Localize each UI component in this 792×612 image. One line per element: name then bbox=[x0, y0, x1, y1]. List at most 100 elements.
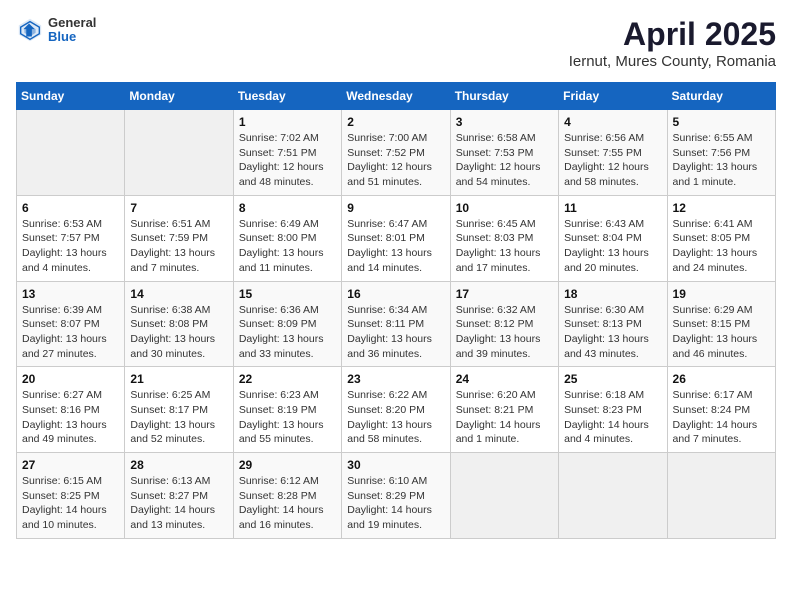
cell-info: Sunrise: 6:58 AM Sunset: 7:53 PM Dayligh… bbox=[456, 131, 553, 190]
calendar-cell: 6 Sunrise: 6:53 AM Sunset: 7:57 PM Daylig… bbox=[17, 195, 125, 281]
cell-day-number: 15 bbox=[239, 287, 336, 301]
calendar-cell: 17Sunrise: 6:32 AM Sunset: 8:12 PM Dayli… bbox=[450, 281, 558, 367]
day-header-sunday: Sunday bbox=[17, 83, 125, 110]
cell-day-number: 22 bbox=[239, 372, 336, 386]
day-header-friday: Friday bbox=[559, 83, 667, 110]
cell-day-number: 13 bbox=[22, 287, 119, 301]
cell-day-number: 25 bbox=[564, 372, 661, 386]
cell-info: Sunrise: 6:17 AM Sunset: 8:24 PM Dayligh… bbox=[673, 388, 770, 447]
cell-info: Sunrise: 6:25 AM Sunset: 8:17 PM Dayligh… bbox=[130, 388, 227, 447]
cell-info: Sunrise: 6:18 AM Sunset: 8:23 PM Dayligh… bbox=[564, 388, 661, 447]
calendar-cell: 8Sunrise: 6:49 AM Sunset: 8:00 PM Daylig… bbox=[233, 195, 341, 281]
cell-day-number: 20 bbox=[22, 372, 119, 386]
cell-day-number: 18 bbox=[564, 287, 661, 301]
calendar-cell: 11 Sunrise: 6:43 AM Sunset: 8:04 PM Dayli… bbox=[559, 195, 667, 281]
calendar-week-1: 1 Sunrise: 7:02 AM Sunset: 7:51 PM Daylig… bbox=[17, 110, 776, 196]
page-header: General Blue April 2025 Iernut, Mures Co… bbox=[16, 16, 776, 70]
cell-info: Sunrise: 6:43 AM Sunset: 8:04 PM Dayligh… bbox=[564, 217, 661, 276]
calendar-cell: 14Sunrise: 6:38 AM Sunset: 8:08 PM Dayli… bbox=[125, 281, 233, 367]
calendar-cell bbox=[559, 453, 667, 539]
day-header-monday: Monday bbox=[125, 83, 233, 110]
cell-day-number: 21 bbox=[130, 372, 227, 386]
cell-info: Sunrise: 6:30 AM Sunset: 8:13 PM Dayligh… bbox=[564, 303, 661, 362]
calendar-cell: 7Sunrise: 6:51 AM Sunset: 7:59 PM Daylig… bbox=[125, 195, 233, 281]
calendar-week-3: 13 Sunrise: 6:39 AM Sunset: 8:07 PM Dayli… bbox=[17, 281, 776, 367]
calendar-week-5: 27 Sunrise: 6:15 AM Sunset: 8:25 PM Dayli… bbox=[17, 453, 776, 539]
cell-info: Sunrise: 6:15 AM Sunset: 8:25 PM Dayligh… bbox=[22, 474, 119, 533]
logo: General Blue bbox=[16, 16, 96, 45]
calendar-subtitle: Iernut, Mures County, Romania bbox=[569, 53, 776, 70]
calendar-cell: 18 Sunrise: 6:30 AM Sunset: 8:13 PM Dayli… bbox=[559, 281, 667, 367]
calendar-cell: 26 Sunrise: 6:17 AM Sunset: 8:24 PM Dayli… bbox=[667, 367, 775, 453]
cell-day-number: 28 bbox=[130, 458, 227, 472]
calendar-cell: 23 Sunrise: 6:22 AM Sunset: 8:20 PM Dayli… bbox=[342, 367, 450, 453]
cell-info: Sunrise: 6:32 AM Sunset: 8:12 PM Dayligh… bbox=[456, 303, 553, 362]
calendar-cell: 28 Sunrise: 6:13 AM Sunset: 8:27 PM Dayli… bbox=[125, 453, 233, 539]
cell-info: Sunrise: 6:34 AM Sunset: 8:11 PM Dayligh… bbox=[347, 303, 444, 362]
cell-info: Sunrise: 6:29 AM Sunset: 8:15 PM Dayligh… bbox=[673, 303, 770, 362]
day-header-thursday: Thursday bbox=[450, 83, 558, 110]
calendar-cell bbox=[17, 110, 125, 196]
day-header-wednesday: Wednesday bbox=[342, 83, 450, 110]
calendar-cell: 9 Sunrise: 6:47 AM Sunset: 8:01 PM Daylig… bbox=[342, 195, 450, 281]
cell-info: Sunrise: 6:55 AM Sunset: 7:56 PM Dayligh… bbox=[673, 131, 770, 190]
calendar-title: April 2025 bbox=[569, 16, 776, 53]
logo-blue-text: Blue bbox=[48, 30, 96, 44]
cell-info: Sunrise: 6:39 AM Sunset: 8:07 PM Dayligh… bbox=[22, 303, 119, 362]
cell-info: Sunrise: 7:02 AM Sunset: 7:51 PM Dayligh… bbox=[239, 131, 336, 190]
cell-info: Sunrise: 6:45 AM Sunset: 8:03 PM Dayligh… bbox=[456, 217, 553, 276]
logo-general-text: General bbox=[48, 16, 96, 30]
calendar-header-row: SundayMondayTuesdayWednesdayThursdayFrid… bbox=[17, 83, 776, 110]
calendar-week-4: 20 Sunrise: 6:27 AM Sunset: 8:16 PM Dayli… bbox=[17, 367, 776, 453]
calendar-cell: 19 Sunrise: 6:29 AM Sunset: 8:15 PM Dayli… bbox=[667, 281, 775, 367]
cell-day-number: 4 bbox=[564, 115, 661, 129]
cell-day-number: 27 bbox=[22, 458, 119, 472]
cell-info: Sunrise: 6:47 AM Sunset: 8:01 PM Dayligh… bbox=[347, 217, 444, 276]
calendar-cell: 10Sunrise: 6:45 AM Sunset: 8:03 PM Dayli… bbox=[450, 195, 558, 281]
calendar-cell: 12Sunrise: 6:41 AM Sunset: 8:05 PM Dayli… bbox=[667, 195, 775, 281]
calendar-cell: 22 Sunrise: 6:23 AM Sunset: 8:19 PM Dayli… bbox=[233, 367, 341, 453]
cell-info: Sunrise: 6:12 AM Sunset: 8:28 PM Dayligh… bbox=[239, 474, 336, 533]
calendar-cell: 16Sunrise: 6:34 AM Sunset: 8:11 PM Dayli… bbox=[342, 281, 450, 367]
cell-info: Sunrise: 6:23 AM Sunset: 8:19 PM Dayligh… bbox=[239, 388, 336, 447]
calendar-cell: 1 Sunrise: 7:02 AM Sunset: 7:51 PM Daylig… bbox=[233, 110, 341, 196]
logo-text: General Blue bbox=[48, 16, 96, 45]
cell-day-number: 19 bbox=[673, 287, 770, 301]
cell-info: Sunrise: 6:20 AM Sunset: 8:21 PM Dayligh… bbox=[456, 388, 553, 447]
cell-day-number: 3 bbox=[456, 115, 553, 129]
cell-day-number: 30 bbox=[347, 458, 444, 472]
cell-day-number: 24 bbox=[456, 372, 553, 386]
cell-info: Sunrise: 6:51 AM Sunset: 7:59 PM Dayligh… bbox=[130, 217, 227, 276]
calendar-cell: 27 Sunrise: 6:15 AM Sunset: 8:25 PM Dayli… bbox=[17, 453, 125, 539]
cell-info: Sunrise: 6:36 AM Sunset: 8:09 PM Dayligh… bbox=[239, 303, 336, 362]
calendar-cell: 25 Sunrise: 6:18 AM Sunset: 8:23 PM Dayli… bbox=[559, 367, 667, 453]
cell-info: Sunrise: 6:53 AM Sunset: 7:57 PM Dayligh… bbox=[22, 217, 119, 276]
cell-day-number: 9 bbox=[347, 201, 444, 215]
cell-info: Sunrise: 6:22 AM Sunset: 8:20 PM Dayligh… bbox=[347, 388, 444, 447]
calendar-cell: 20 Sunrise: 6:27 AM Sunset: 8:16 PM Dayli… bbox=[17, 367, 125, 453]
logo-icon bbox=[16, 16, 44, 44]
calendar-cell: 2Sunrise: 7:00 AM Sunset: 7:52 PM Daylig… bbox=[342, 110, 450, 196]
calendar-cell: 4 Sunrise: 6:56 AM Sunset: 7:55 PM Daylig… bbox=[559, 110, 667, 196]
cell-day-number: 29 bbox=[239, 458, 336, 472]
calendar-cell: 13 Sunrise: 6:39 AM Sunset: 8:07 PM Dayli… bbox=[17, 281, 125, 367]
calendar-week-2: 6 Sunrise: 6:53 AM Sunset: 7:57 PM Daylig… bbox=[17, 195, 776, 281]
cell-info: Sunrise: 6:13 AM Sunset: 8:27 PM Dayligh… bbox=[130, 474, 227, 533]
cell-info: Sunrise: 7:00 AM Sunset: 7:52 PM Dayligh… bbox=[347, 131, 444, 190]
cell-info: Sunrise: 6:27 AM Sunset: 8:16 PM Dayligh… bbox=[22, 388, 119, 447]
cell-info: Sunrise: 6:10 AM Sunset: 8:29 PM Dayligh… bbox=[347, 474, 444, 533]
cell-day-number: 6 bbox=[22, 201, 119, 215]
cell-info: Sunrise: 6:41 AM Sunset: 8:05 PM Dayligh… bbox=[673, 217, 770, 276]
cell-day-number: 11 bbox=[564, 201, 661, 215]
calendar-cell bbox=[450, 453, 558, 539]
title-block: April 2025 Iernut, Mures County, Romania bbox=[569, 16, 776, 70]
cell-info: Sunrise: 6:38 AM Sunset: 8:08 PM Dayligh… bbox=[130, 303, 227, 362]
calendar-cell: 3 Sunrise: 6:58 AM Sunset: 7:53 PM Daylig… bbox=[450, 110, 558, 196]
calendar-cell bbox=[667, 453, 775, 539]
calendar-cell: 21 Sunrise: 6:25 AM Sunset: 8:17 PM Dayli… bbox=[125, 367, 233, 453]
cell-day-number: 23 bbox=[347, 372, 444, 386]
cell-day-number: 1 bbox=[239, 115, 336, 129]
calendar-table: SundayMondayTuesdayWednesdayThursdayFrid… bbox=[16, 82, 776, 539]
cell-day-number: 26 bbox=[673, 372, 770, 386]
cell-info: Sunrise: 6:56 AM Sunset: 7:55 PM Dayligh… bbox=[564, 131, 661, 190]
